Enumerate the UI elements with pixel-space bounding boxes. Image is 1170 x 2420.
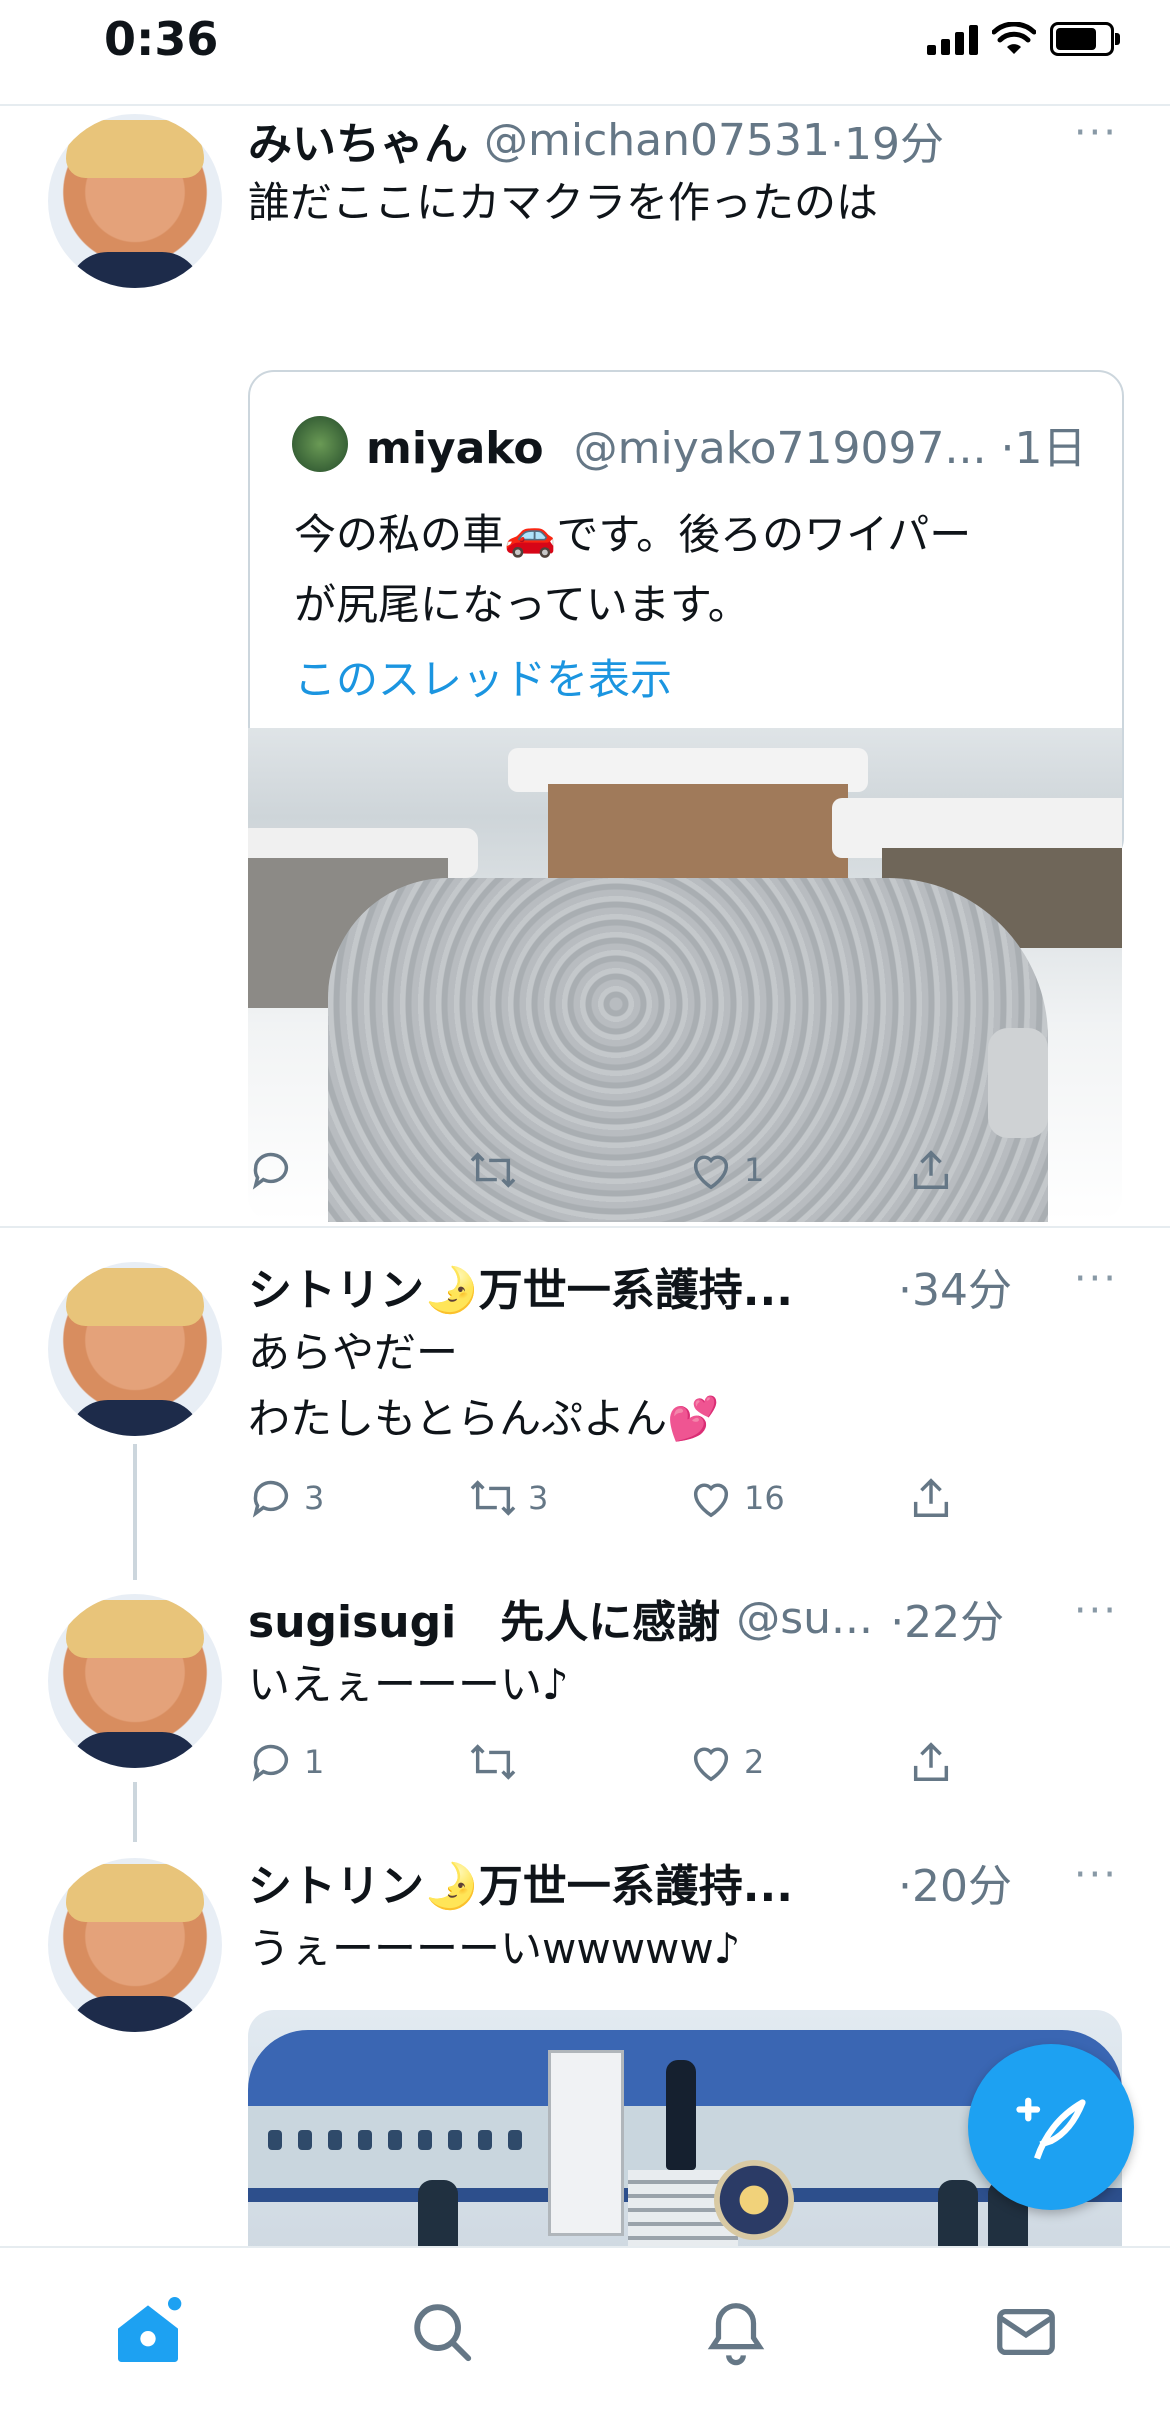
more-options-button[interactable]: ··· <box>1074 1852 1118 1898</box>
quoted-text: 今の私の車🚗です。後ろのワイパー が尻尾になっています。 <box>294 500 971 640</box>
tweet-actions: 1 2 <box>248 1732 1008 1792</box>
avatar[interactable] <box>48 114 222 288</box>
heart-icon <box>693 1155 729 1190</box>
share-icon <box>913 1742 949 1781</box>
car-emoji: 🚗 <box>504 510 557 559</box>
retweet-button[interactable]: 3 <box>468 1475 688 1521</box>
cellular-signal-icon <box>927 23 978 55</box>
share-button[interactable] <box>908 1475 954 1521</box>
display-name[interactable]: sugisugi 先人に感謝 <box>248 1586 720 1650</box>
timestamp: ·22分 <box>890 1597 1005 1648</box>
tweet-text-line: あらやだー <box>248 1328 459 1377</box>
like-button[interactable]: 1 <box>688 1147 908 1193</box>
display-name[interactable]: みいちゃん <box>248 108 468 172</box>
reply-count: 1 <box>304 1743 325 1781</box>
reply-icon <box>252 1152 289 1190</box>
tweet[interactable]: みいちゃん @michan07531 ·19分 ··· 誰だここにカマクラを作っ… <box>0 106 1170 1226</box>
home-icon <box>118 2297 182 2362</box>
share-icon <box>913 1478 949 1517</box>
tab-notifications[interactable] <box>696 2292 776 2372</box>
messages-icon <box>997 2308 1055 2356</box>
thread-line <box>133 1444 137 1580</box>
quoted-display-name: miyako <box>366 423 544 474</box>
like-button[interactable]: 16 <box>688 1475 908 1521</box>
quoted-timestamp: ·1日 <box>1000 423 1087 474</box>
reply-button[interactable] <box>248 1147 468 1193</box>
tweet[interactable]: sugisugi 先人に感謝 @su... ·22分 ··· いえぇーーーい♪ … <box>0 1582 1170 1842</box>
tweet-header: みいちゃん @michan07531 ·19分 <box>248 108 1120 172</box>
timestamp: ·34分 <box>898 1265 1012 1316</box>
tab-messages[interactable] <box>986 2292 1066 2372</box>
wifi-icon <box>992 22 1036 54</box>
battery-icon <box>1050 22 1120 56</box>
reply-button[interactable]: 3 <box>248 1475 468 1521</box>
retweet-button[interactable] <box>468 1739 688 1785</box>
retweet-icon <box>470 1152 516 1188</box>
heart-icon <box>693 1483 729 1518</box>
reply-icon <box>252 1480 289 1518</box>
tweet-actions: 3 3 16 <box>248 1468 1008 1528</box>
like-count: 16 <box>744 1479 785 1517</box>
handle[interactable]: @su... <box>736 1593 876 1644</box>
share-button[interactable] <box>908 1739 954 1785</box>
status-bar: 0:36 <box>0 0 1170 106</box>
avatar[interactable] <box>48 1594 222 1768</box>
quoted-text-part: が尻尾になっています。 <box>294 580 750 629</box>
quoted-text-part: です。後ろのワイパー <box>556 510 972 559</box>
tweet-text: あらやだー わたしもとらんぷよん💕 <box>248 1320 719 1452</box>
retweet-icon <box>470 1480 516 1516</box>
handle[interactable]: @michan07531 <box>484 115 830 166</box>
reply-count: 3 <box>304 1479 325 1517</box>
search-icon <box>414 2304 472 2362</box>
status-time: 0:36 <box>104 12 219 66</box>
thread-line <box>133 1782 137 1842</box>
retweet-icon <box>470 1744 516 1780</box>
share-icon <box>913 1150 949 1189</box>
quoted-handle: @miyako719097... <box>573 423 987 474</box>
more-options-button[interactable]: ··· <box>1074 1256 1118 1302</box>
more-options-button[interactable]: ··· <box>1074 110 1118 156</box>
avatar[interactable] <box>48 1262 222 1436</box>
timestamp: ·19分 <box>829 119 944 170</box>
tweet-header: シトリン🌛万世一系護持... ·34分 <box>248 1256 1120 1316</box>
reply-button[interactable]: 1 <box>248 1739 468 1785</box>
share-button[interactable] <box>908 1147 954 1193</box>
status-icons <box>927 22 1120 56</box>
compose-icon <box>1016 2097 1086 2160</box>
heart-icon <box>693 1747 729 1782</box>
bottom-tab-bar <box>0 2246 1170 2420</box>
tweet-header: sugisugi 先人に感謝 @su... ·22分 <box>248 1586 1120 1650</box>
tweet-text: いえぇーーーい♪ <box>248 1660 569 1709</box>
compose-tweet-button[interactable] <box>968 2044 1134 2210</box>
display-name[interactable]: シトリン🌛万世一系護持... <box>248 1254 898 1318</box>
like-count: 1 <box>744 1151 765 1189</box>
like-button[interactable]: 2 <box>688 1739 908 1785</box>
avatar[interactable] <box>48 1858 222 2032</box>
divider <box>0 1226 1170 1228</box>
tweet-text-line: わたしもとらんぷよん💕 <box>248 1394 720 1443</box>
more-options-button[interactable]: ··· <box>1074 1588 1118 1634</box>
quoted-avatar <box>292 416 348 472</box>
notifications-icon <box>707 2303 765 2366</box>
tweet-text: 誰だここにカマクラを作ったのは <box>248 178 879 227</box>
tweet-text: うぇーーーーいwwwww♪ <box>248 1924 741 1973</box>
tab-search[interactable] <box>402 2292 482 2372</box>
tab-home[interactable] <box>108 2292 188 2372</box>
retweet-count: 3 <box>528 1479 549 1517</box>
quoted-text-part: 今の私の車 <box>294 510 505 559</box>
quoted-header: miyako @miyako719097... ·1日 <box>366 412 1086 476</box>
like-count: 2 <box>744 1743 765 1781</box>
show-thread-link[interactable]: このスレッドを表示 <box>294 646 672 707</box>
display-name[interactable]: シトリン🌛万世一系護持... <box>248 1850 898 1914</box>
timestamp: ·20分 <box>898 1861 1012 1912</box>
tweet[interactable]: シトリン🌛万世一系護持... ·34分 ··· あらやだー わたしもとらんぷよん… <box>0 1250 1170 1580</box>
tweet-actions: 1 <box>248 1140 1008 1200</box>
reply-icon <box>252 1744 289 1782</box>
retweet-button[interactable] <box>468 1147 688 1193</box>
tweet-header: シトリン🌛万世一系護持... ·20分 <box>248 1852 1120 1912</box>
